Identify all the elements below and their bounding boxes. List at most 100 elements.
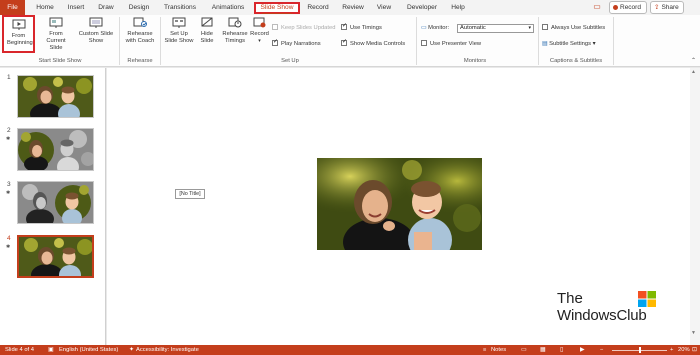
play-narrations-checkbox[interactable]: Play Narrations	[272, 38, 321, 49]
mother-and-son-image	[317, 158, 482, 250]
comments-icon[interactable]: ▭	[590, 2, 604, 12]
ribbon-separator	[416, 17, 417, 65]
slide-thumbnail[interactable]	[17, 181, 94, 224]
tab-help[interactable]: Help	[448, 2, 468, 14]
captions-subtitles-group-label: Captions & Subtitles	[549, 58, 603, 64]
slideshow-play-icon	[12, 19, 25, 30]
accessibility-icon[interactable]: ✦	[129, 345, 134, 355]
monitor-dropdown[interactable]: Automatic ▾	[457, 24, 534, 33]
slide-photo[interactable]	[317, 158, 482, 250]
slideshow-view-icon[interactable]: ▶	[580, 345, 584, 355]
tab-animations[interactable]: Animations	[208, 2, 248, 14]
tab-developer[interactable]: Developer	[403, 2, 441, 14]
tab-insert[interactable]: Insert	[64, 2, 88, 14]
custom-slide-show-button[interactable]: Custom Slide Show	[76, 17, 116, 45]
slide-number: 1	[7, 74, 11, 81]
from-beginning-label: From Beginning	[7, 33, 33, 46]
ribbon-separator	[613, 17, 614, 65]
use-presenter-view-checkbox[interactable]: Use Presenter View	[421, 40, 481, 49]
share-button-label: Share	[661, 4, 679, 11]
tab-transitions[interactable]: Transitions	[160, 2, 200, 14]
windows-logo-icon	[638, 291, 656, 307]
keep-slides-updated-label: Keep Slides Updated	[281, 25, 336, 31]
slide-count-status: Slide 4 of 4	[5, 347, 35, 353]
tab-design[interactable]: Design	[125, 2, 153, 14]
scroll-up-icon[interactable]: ▲	[691, 69, 696, 75]
notes-button[interactable]: Notes	[491, 345, 506, 355]
from-current-slide-button[interactable]: From Current Slide	[40, 17, 72, 52]
record-button-label: Record	[620, 4, 641, 11]
start-slide-show-group-label: Start Slide Show	[38, 58, 82, 64]
animation-star-icon: ✱	[6, 190, 11, 196]
watermark-line2: WindowsClub	[557, 307, 647, 324]
animation-star-icon: ✱	[6, 244, 11, 250]
monitor-icon: ▭	[421, 25, 427, 31]
language-status[interactable]: English (United States)	[59, 345, 118, 355]
slide-thumbnails-panel: 1 2 ✱ 3 ✱ 4 ✱	[0, 68, 106, 345]
from-current-slide-label: From Current Slide	[46, 31, 66, 51]
slide-sorter-icon[interactable]: ▦	[540, 345, 545, 355]
subtitle-settings-label: Subtitle Settings	[549, 41, 592, 47]
record-dot-icon	[613, 5, 618, 10]
fit-to-window-icon[interactable]: ⊡	[692, 345, 697, 355]
slide-thumbnail[interactable]	[17, 128, 94, 171]
powerpoint-window: File Home Insert Draw Design Transitions…	[0, 0, 700, 355]
always-use-subtitles-checkbox[interactable]: Always Use Subtitles	[542, 24, 605, 33]
slide-image	[18, 76, 93, 117]
zoom-in-icon[interactable]: +	[670, 345, 673, 355]
share-button[interactable]: ⇪Share ▾	[650, 1, 684, 22]
chevron-down-icon: ▾	[592, 41, 596, 47]
rehearse-timings-label: Rehearse Timings	[222, 31, 248, 44]
rehearse-timings-button[interactable]: Rehearse Timings	[221, 17, 249, 45]
tab-home[interactable]: Home	[33, 2, 57, 14]
collapse-ribbon-icon[interactable]: ⌃	[691, 57, 696, 64]
slide-thumbnail-selected[interactable]	[17, 235, 94, 278]
chevron-down-icon: ▾	[258, 38, 261, 44]
scroll-down-icon[interactable]: ▼	[691, 330, 696, 336]
tab-review[interactable]: Review	[340, 2, 366, 14]
zoom-slider-thumb[interactable]	[639, 347, 641, 353]
title-placeholder[interactable]: [No Title]	[175, 189, 205, 199]
checkbox-checked-icon	[272, 38, 278, 47]
subtitle-settings-button[interactable]: ▤ Subtitle Settings ▾	[542, 40, 596, 49]
reading-view-icon[interactable]: ▯	[560, 345, 563, 355]
record-slideshow-icon	[253, 17, 265, 28]
from-beginning-button[interactable]: From Beginning	[2, 15, 35, 53]
status-bar: Slide 4 of 4 ▣ English (United States) ✦…	[0, 345, 700, 355]
set-up-group-label: Set Up	[281, 58, 299, 64]
hide-slide-button[interactable]: Hide Slide	[196, 17, 218, 45]
spelling-icon[interactable]: ▣	[48, 345, 53, 355]
rehearse-with-coach-label: Rehearse with Coach	[125, 31, 155, 44]
tab-view[interactable]: View	[373, 2, 395, 14]
vertical-scrollbar[interactable]: ▲ ▼	[690, 68, 700, 345]
use-timings-checkbox[interactable]: Use Timings	[341, 22, 382, 33]
tab-slide-show[interactable]: Slide Show	[254, 2, 300, 14]
animation-star-icon: ✱	[6, 136, 11, 142]
zoom-out-icon[interactable]: −	[600, 345, 603, 355]
tab-draw[interactable]: Draw	[95, 2, 117, 14]
thewindowsclub-watermark: The WindowsClub	[556, 290, 666, 326]
accessibility-status[interactable]: Accessibility: Investigate	[136, 345, 199, 355]
slide-image	[19, 237, 92, 276]
rehearse-with-coach-button[interactable]: Rehearse with Coach	[122, 17, 158, 45]
hide-slide-icon	[201, 17, 213, 27]
checkbox-icon	[421, 40, 427, 46]
notes-icon[interactable]: ≡	[483, 345, 486, 355]
show-media-controls-checkbox[interactable]: Show Media Controls	[341, 38, 405, 49]
rehearse-group-label: Rehearse	[127, 58, 153, 64]
custom-slideshow-icon	[89, 17, 103, 28]
slide-image	[18, 182, 93, 223]
monitors-group-label: Monitors	[463, 58, 487, 64]
set-up-slide-show-button[interactable]: Set Up Slide Show	[163, 17, 195, 45]
record-dropdown-button[interactable]: Record ▾	[249, 17, 270, 45]
normal-view-icon[interactable]: ▭	[521, 345, 526, 355]
slideshow-current-icon	[49, 17, 63, 28]
zoom-level[interactable]: 20%	[678, 345, 690, 355]
tab-file[interactable]: File	[0, 0, 25, 15]
tab-record[interactable]: Record	[305, 2, 331, 14]
slide-thumbnail[interactable]	[17, 75, 94, 118]
share-icon: ⇪	[654, 4, 660, 11]
chevron-down-icon: ▾	[528, 25, 531, 31]
slide-image	[18, 129, 93, 170]
record-button[interactable]: Record	[609, 1, 647, 14]
